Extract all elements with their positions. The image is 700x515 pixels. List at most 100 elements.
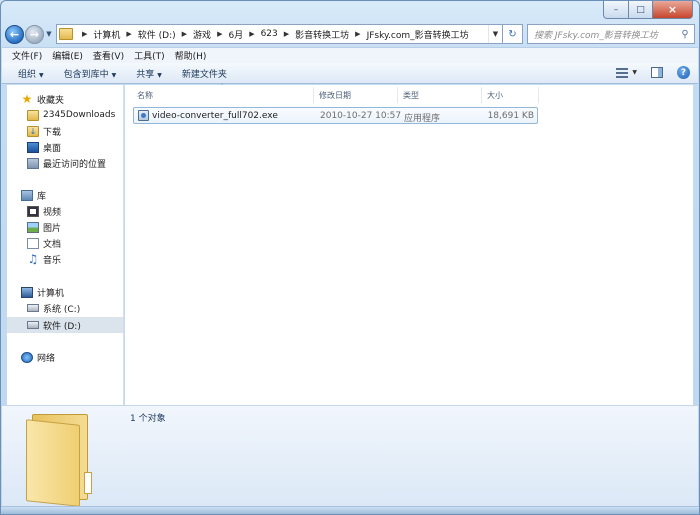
chevron-right-icon[interactable]: ▶ (249, 30, 254, 38)
desktop-icon (27, 141, 39, 153)
network-icon (21, 351, 33, 363)
menu-help[interactable]: 帮助(H) (175, 49, 207, 62)
chevron-right-icon[interactable]: ▶ (82, 30, 87, 38)
column-divider[interactable] (481, 87, 482, 103)
music-icon: ♫ (27, 252, 39, 266)
view-controls: ▼ ? (616, 66, 690, 79)
include-library-button[interactable]: 包含到库中 ▼ (64, 67, 117, 80)
breadcrumb-item[interactable]: 影音转换工坊 (295, 28, 349, 41)
search-box[interactable]: 搜索 JFsky.com_影音转换工坊 ⚲ (527, 24, 695, 44)
recent-places-icon (27, 157, 39, 169)
chevron-right-icon[interactable]: ▶ (126, 30, 131, 38)
breadcrumb-item[interactable]: 软件 (D:) (138, 28, 176, 41)
file-date: 2010-10-27 10:57 (320, 111, 402, 121)
breadcrumb-item[interactable]: JFsky.com_影音转换工坊 (367, 28, 469, 41)
video-icon (27, 205, 39, 217)
nav-label: 文档 (43, 239, 62, 250)
breadcrumb-item[interactable]: 计算机 (93, 28, 120, 41)
file-list: ˆ 名称 修改日期 类型 大小 video-converter_full702.… (125, 83, 693, 405)
breadcrumb-item[interactable]: 6月 (228, 28, 243, 41)
nav-label: 库 (37, 191, 47, 202)
details-pane: 1 个对象 (2, 405, 698, 508)
column-divider[interactable] (538, 87, 539, 103)
nav-label: 收藏夹 (37, 95, 65, 106)
chevron-down-icon[interactable]: ▼ (488, 25, 502, 43)
breadcrumb-item[interactable]: 游戏 (193, 28, 211, 41)
nav-documents[interactable]: 文档 (27, 235, 123, 251)
window-bottom-border (1, 506, 699, 514)
organize-button[interactable]: 组织 ▼ (18, 67, 44, 80)
nav-2345downloads[interactable]: 2345Downloads (27, 107, 123, 123)
explorer-window: – □ × ← → ▼ ▶ 计算机 ▶ 软件 (D:) ▶ 游戏 ▶ 6月 ▶ … (0, 0, 700, 515)
breadcrumb: ▶ 计算机 ▶ 软件 (D:) ▶ 游戏 ▶ 6月 ▶ 623 ▶ 影音转换工坊… (76, 28, 469, 41)
nav-videos[interactable]: 视频 (27, 203, 123, 219)
caption-buttons: – □ × (603, 1, 693, 19)
nav-recent[interactable]: 最近访问的位置 (27, 155, 123, 171)
application-icon (138, 110, 149, 121)
share-label: 共享 (136, 69, 155, 80)
forward-arrow-icon[interactable]: → (25, 24, 44, 44)
help-icon[interactable]: ? (677, 66, 690, 79)
chevron-right-icon[interactable]: ▶ (182, 30, 187, 38)
nav-computer[interactable]: 计算机 (21, 284, 123, 300)
table-row[interactable]: video-converter_full702.exe 2010-10-27 1… (133, 107, 538, 124)
item-count: 1 个对象 (130, 414, 166, 424)
chevron-down-icon[interactable]: ▼ (632, 69, 637, 76)
address-bar[interactable]: ▶ 计算机 ▶ 软件 (D:) ▶ 游戏 ▶ 6月 ▶ 623 ▶ 影音转换工坊… (56, 24, 503, 44)
computer-icon (21, 286, 33, 298)
menu-tools[interactable]: 工具(T) (134, 49, 165, 62)
nav-drive-c[interactable]: 系统 (C:) (27, 300, 123, 316)
navigation-row: ← → ▼ ▶ 计算机 ▶ 软件 (D:) ▶ 游戏 ▶ 6月 ▶ 623 ▶ … (5, 23, 695, 45)
star-icon: ★ (21, 92, 33, 106)
nav-label: 网络 (37, 353, 56, 364)
nav-label: 图片 (43, 223, 62, 234)
file-type: 应用程序 (404, 114, 441, 124)
folder-icon (59, 28, 73, 40)
organize-label: 组织 (18, 69, 37, 80)
file-size: 18,691 KB (487, 111, 534, 121)
nav-label: 桌面 (43, 143, 62, 154)
search-input[interactable]: 搜索 JFsky.com_影音转换工坊 (534, 28, 676, 41)
chevron-right-icon[interactable]: ▶ (217, 30, 222, 38)
nav-desktop[interactable]: 桌面 (27, 139, 123, 155)
column-name[interactable]: 名称 (137, 90, 153, 101)
preview-pane-icon[interactable] (651, 67, 663, 78)
download-folder-icon: ↓ (27, 125, 39, 137)
nav-favorites[interactable]: ★ 收藏夹 (21, 91, 123, 107)
history-dropdown[interactable]: ▼ (44, 30, 54, 38)
close-button[interactable]: × (653, 1, 693, 19)
chevron-down-icon: ▼ (39, 71, 44, 79)
nav-downloads[interactable]: ↓ 下载 (27, 123, 123, 139)
column-type[interactable]: 类型 (403, 90, 419, 101)
column-headers: ˆ 名称 修改日期 类型 大小 (125, 83, 693, 105)
view-options-icon[interactable] (616, 67, 629, 78)
column-divider[interactable] (313, 87, 314, 103)
nav-libraries[interactable]: 库 (21, 187, 123, 203)
menu-bar: 文件(F) 编辑(E) 查看(V) 工具(T) 帮助(H) (2, 47, 698, 63)
menu-view[interactable]: 查看(V) (93, 49, 124, 62)
share-button[interactable]: 共享 ▼ (136, 67, 162, 80)
chevron-right-icon[interactable]: ▶ (284, 30, 289, 38)
nav-music[interactable]: ♫ 音乐 (27, 251, 123, 267)
column-divider[interactable] (397, 87, 398, 103)
maximize-button[interactable]: □ (629, 1, 653, 19)
nav-label: 最近访问的位置 (43, 159, 107, 170)
drive-icon (27, 321, 39, 329)
refresh-icon[interactable]: ↻ (503, 24, 523, 44)
menu-edit[interactable]: 编辑(E) (52, 49, 83, 62)
minimize-button[interactable]: – (603, 1, 629, 19)
nav-network[interactable]: 网络 (21, 349, 123, 365)
back-arrow-icon[interactable]: ← (5, 24, 24, 44)
search-icon[interactable]: ⚲ (676, 29, 694, 40)
nav-label: 软件 (D:) (43, 321, 81, 332)
column-date[interactable]: 修改日期 (319, 90, 351, 101)
column-size[interactable]: 大小 (487, 90, 503, 101)
new-folder-button[interactable]: 新建文件夹 (182, 67, 227, 80)
nav-pictures[interactable]: 图片 (27, 219, 123, 235)
menu-file[interactable]: 文件(F) (12, 49, 42, 62)
nav-drive-d[interactable]: 软件 (D:) (7, 317, 123, 333)
chevron-right-icon[interactable]: ▶ (355, 30, 360, 38)
breadcrumb-item[interactable]: 623 (261, 29, 278, 39)
nav-label: 计算机 (37, 288, 65, 299)
library-icon (21, 189, 33, 201)
